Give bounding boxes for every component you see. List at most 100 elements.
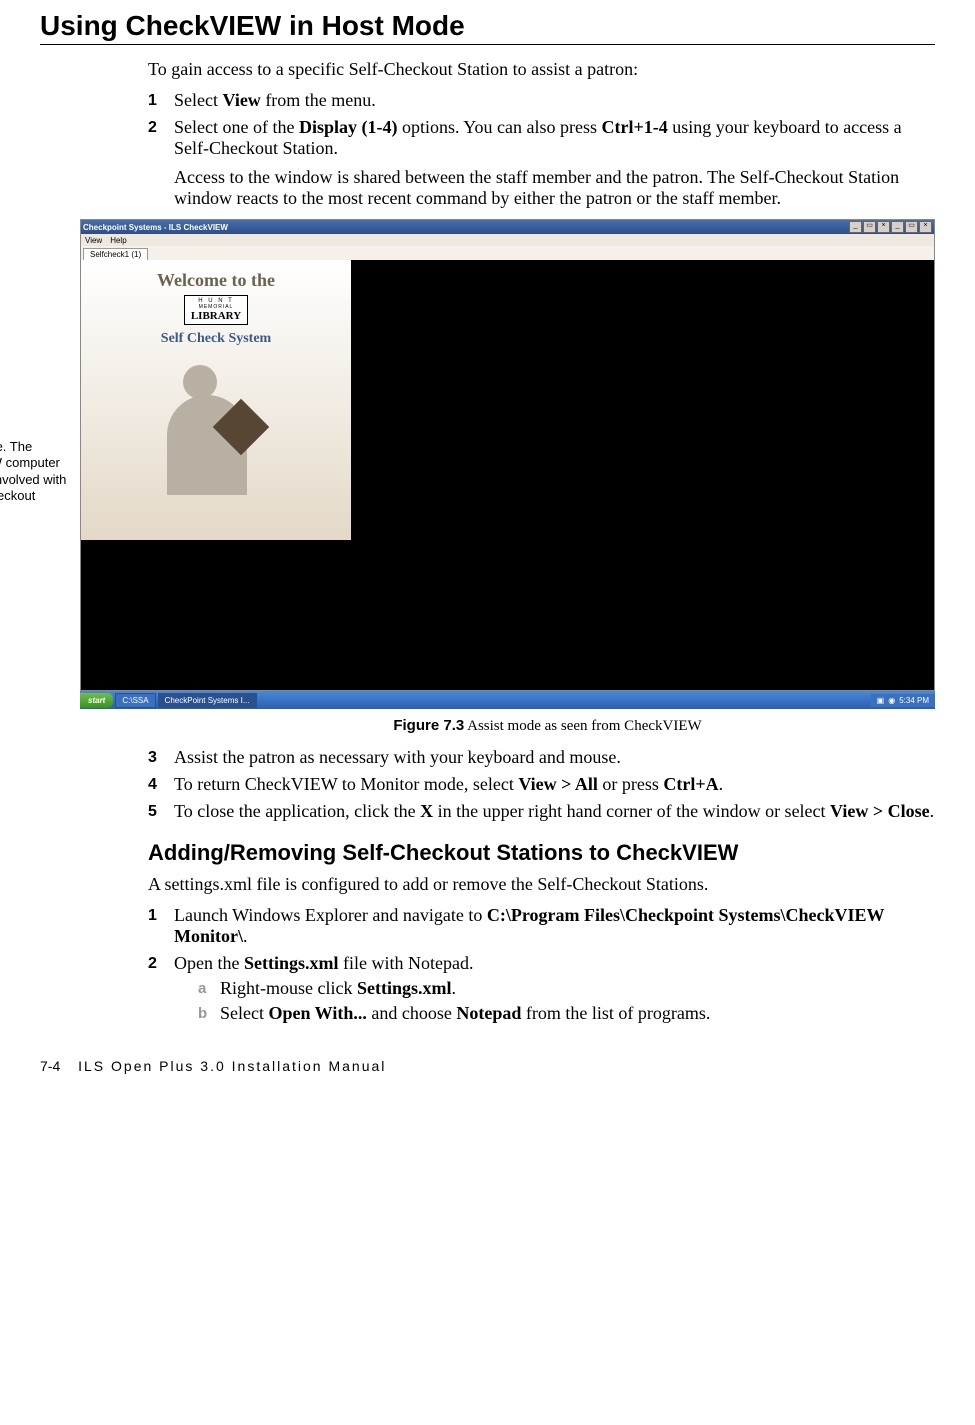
text: options. You can also press <box>397 117 601 137</box>
bold-text: View > Close <box>830 801 930 821</box>
step-3: 3 Assist the patron as necessary with yo… <box>148 747 935 768</box>
menu-bar: View Help <box>81 234 934 246</box>
page-footer: 7-4 ILS Open Plus 3.0 Installation Manua… <box>40 1058 935 1074</box>
subsection-title: Adding/Removing Self-Checkout Stations t… <box>148 840 935 866</box>
text: from the list of programs. <box>521 1003 710 1023</box>
step-4: 4 To return CheckVIEW to Monitor mode, s… <box>148 774 935 795</box>
welcome-panel: Welcome to the H U N T MEMORIAL LIBRARY … <box>81 260 351 540</box>
text: Open the <box>174 953 244 973</box>
text: . <box>930 801 935 821</box>
text: To close the application, click the <box>174 801 420 821</box>
tray-icon[interactable]: ▣ <box>877 696 885 705</box>
step-number: 1 <box>148 905 174 947</box>
step-body: Open the Settings.xml file with Notepad.… <box>174 953 935 1028</box>
text: Select one of the <box>174 117 299 137</box>
substep-body: Right-mouse click Settings.xml. <box>220 978 456 999</box>
text: Select <box>220 1003 268 1023</box>
margin-note: Assist mode. The CheckVIEW computer is a… <box>0 219 80 520</box>
tab-bar: Selfcheck1 (1) <box>81 246 934 260</box>
system-tray[interactable]: ▣ ◉ 5:34 PM <box>871 694 935 707</box>
manual-title: ILS Open Plus 3.0 Installation Manual <box>78 1058 386 1074</box>
text: file with Notepad. <box>338 953 473 973</box>
figure-caption: Figure 7.3 Assist mode as seen from Chec… <box>160 717 935 735</box>
close-icon[interactable]: × <box>877 221 890 233</box>
window-controls: _ ▭ × _ ▭ × <box>849 221 932 233</box>
step-number: 1 <box>148 90 174 111</box>
text: or press <box>598 774 664 794</box>
text: from the menu. <box>261 90 376 110</box>
subsection-intro: A settings.xml file is configured to add… <box>148 874 935 895</box>
bold-text: Ctrl+1-4 <box>601 117 667 137</box>
menu-help[interactable]: Help <box>110 236 126 245</box>
window-title: Checkpoint Systems - ILS CheckVIEW <box>83 223 228 232</box>
step-number: 5 <box>148 801 174 822</box>
add-step-2: 2 Open the Settings.xml file with Notepa… <box>148 953 935 1028</box>
substep-letter: b <box>198 1003 220 1024</box>
close-icon[interactable]: × <box>919 221 932 233</box>
bold-text: View > All <box>518 774 598 794</box>
figure-wrap: Assist mode. The CheckVIEW computer is a… <box>0 219 935 709</box>
text: in the upper right hand corner of the wi… <box>433 801 830 821</box>
intro-text: To gain access to a specific Self-Checko… <box>148 59 935 80</box>
page-number: 7-4 <box>40 1058 60 1074</box>
logo-line: LIBRARY <box>191 310 241 322</box>
tab-selfcheck1[interactable]: Selfcheck1 (1) <box>83 248 148 260</box>
text: To return CheckVIEW to Monitor mode, sel… <box>174 774 518 794</box>
tray-icon[interactable]: ◉ <box>888 696 895 705</box>
step-number: 2 <box>148 953 174 1028</box>
step-2: 2 Select one of the Display (1-4) option… <box>148 117 935 159</box>
bold-text: Open With... <box>268 1003 366 1023</box>
step-number: 2 <box>148 117 174 159</box>
menu-view[interactable]: View <box>85 236 102 245</box>
minimize-icon[interactable]: _ <box>849 221 862 233</box>
bold-text: X <box>420 801 433 821</box>
text: and choose <box>367 1003 456 1023</box>
substep-letter: a <box>198 978 220 999</box>
step-body: Assist the patron as necessary with your… <box>174 747 935 768</box>
step-body: To close the application, click the X in… <box>174 801 935 822</box>
text: Right-mouse click <box>220 978 357 998</box>
substep-b: b Select Open With... and choose Notepad… <box>198 1003 935 1024</box>
step-5: 5 To close the application, click the X … <box>148 801 935 822</box>
welcome-text: Welcome to the <box>157 270 275 291</box>
person-icon <box>161 365 271 495</box>
figure-text: Assist mode as seen from CheckVIEW <box>464 718 701 734</box>
maximize-icon[interactable]: ▭ <box>863 221 876 233</box>
clock: 5:34 PM <box>899 696 929 705</box>
self-check-label: Self Check System <box>161 331 271 347</box>
title-bar: Checkpoint Systems - ILS CheckVIEW _ ▭ ×… <box>81 220 934 234</box>
maximize-icon[interactable]: ▭ <box>905 221 918 233</box>
taskbar: start C:\SSA CheckPoint Systems I... ▣ ◉… <box>80 691 935 709</box>
bold-text: Ctrl+A <box>663 774 718 794</box>
app-window: Checkpoint Systems - ILS CheckVIEW _ ▭ ×… <box>80 219 935 691</box>
bold-text: Display (1-4) <box>299 117 398 137</box>
step-body: Select View from the menu. <box>174 90 935 111</box>
text: Select <box>174 90 222 110</box>
step-body: Select one of the Display (1-4) options.… <box>174 117 935 159</box>
step-1: 1 Select View from the menu. <box>148 90 935 111</box>
step-body: Launch Windows Explorer and navigate to … <box>174 905 935 947</box>
taskbar-item[interactable]: CheckPoint Systems I... <box>158 693 257 708</box>
title-rule <box>40 44 935 45</box>
bold-text: Notepad <box>456 1003 521 1023</box>
taskbar-item[interactable]: C:\SSA <box>115 693 155 708</box>
text: . <box>719 774 724 794</box>
bold-text: Settings.xml <box>244 953 339 973</box>
step-body: To return CheckVIEW to Monitor mode, sel… <box>174 774 935 795</box>
text: . <box>243 926 248 946</box>
substep-body: Select Open With... and choose Notepad f… <box>220 1003 710 1024</box>
remote-view[interactable]: Welcome to the H U N T MEMORIAL LIBRARY … <box>81 260 934 690</box>
text: . <box>451 978 456 998</box>
step-number: 4 <box>148 774 174 795</box>
paragraph: Access to the window is shared between t… <box>174 167 935 209</box>
start-button[interactable]: start <box>80 693 113 708</box>
page-title: Using CheckVIEW in Host Mode <box>40 10 935 42</box>
bold-text: Settings.xml <box>357 978 452 998</box>
screenshot: Checkpoint Systems - ILS CheckVIEW _ ▭ ×… <box>80 219 935 709</box>
library-logo: H U N T MEMORIAL LIBRARY <box>184 295 248 325</box>
minimize-icon[interactable]: _ <box>891 221 904 233</box>
text: Launch Windows Explorer and navigate to <box>174 905 487 925</box>
figure-label: Figure 7.3 <box>393 717 464 734</box>
step-number: 3 <box>148 747 174 768</box>
add-step-1: 1 Launch Windows Explorer and navigate t… <box>148 905 935 947</box>
